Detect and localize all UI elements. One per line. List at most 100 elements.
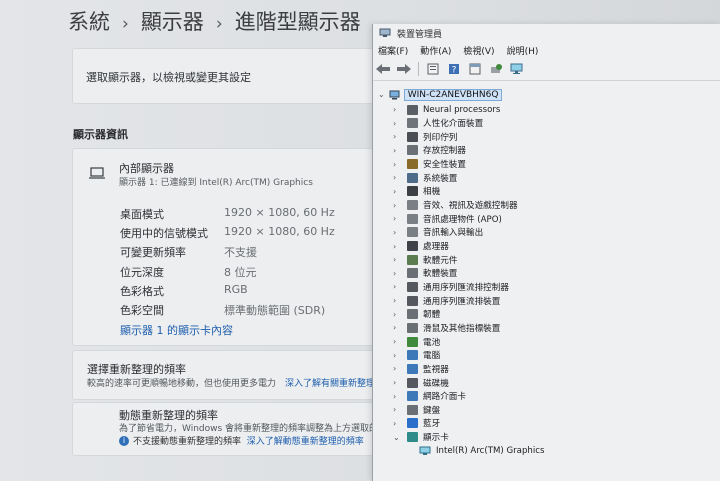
spec-value: RGB bbox=[224, 283, 248, 296]
tree-category[interactable]: › 鍵盤 bbox=[393, 403, 440, 416]
chevron-right-icon[interactable]: › bbox=[393, 296, 403, 305]
device-category-icon bbox=[407, 418, 418, 429]
chevron-right-icon[interactable]: › bbox=[393, 119, 403, 128]
forward-arrow-icon[interactable] bbox=[396, 62, 412, 76]
device-category-icon bbox=[407, 268, 418, 279]
tree-category[interactable]: › 相機 bbox=[393, 185, 440, 198]
select-display-card[interactable]: 選取顯示器，以檢視或變更其設定 bbox=[72, 48, 394, 104]
back-arrow-icon[interactable] bbox=[375, 62, 391, 76]
tree-category[interactable]: › Neural processors bbox=[393, 103, 500, 116]
device-manager-icon bbox=[379, 28, 391, 37]
category-label: 軟體元件 bbox=[423, 255, 458, 266]
tree-category[interactable]: › 電腦 bbox=[393, 349, 440, 362]
chevron-right-icon[interactable]: › bbox=[393, 405, 403, 414]
chevron-right-icon[interactable]: › bbox=[393, 187, 403, 196]
category-label: 音效、視訊及遊戲控制器 bbox=[423, 201, 518, 212]
device-manager-window: 裝置管理員 檔案(F) 動作(A) 檢視(V) 說明(H) ? ⌄ WIN-C2… bbox=[372, 24, 720, 481]
tree-category[interactable]: › 人性化介面裝置 bbox=[393, 117, 483, 130]
chevron-right-icon[interactable]: › bbox=[393, 378, 403, 387]
spec-key: 位元深度 bbox=[120, 266, 164, 279]
tree-category[interactable]: › 音效、視訊及遊戲控制器 bbox=[393, 199, 518, 212]
chevron-right-icon[interactable]: › bbox=[393, 310, 403, 319]
tree-category[interactable]: › 軟體元件 bbox=[393, 253, 457, 266]
spec-value: 標準動態範圍 (SDR) bbox=[224, 304, 326, 317]
properties-icon[interactable] bbox=[425, 62, 441, 76]
tree-category[interactable]: › 軟體裝置 bbox=[393, 267, 457, 280]
chevron-right-icon[interactable]: › bbox=[393, 392, 403, 401]
category-label: 電腦 bbox=[423, 351, 441, 362]
category-label: 通用序列匯流排裝置 bbox=[423, 296, 501, 307]
tree-category[interactable]: › 安全性裝置 bbox=[393, 158, 466, 171]
tree-category[interactable]: › 滑鼠及其他指標裝置 bbox=[393, 321, 500, 334]
tree-category[interactable]: › 音訊輸入與輸出 bbox=[393, 226, 483, 239]
chevron-right-icon[interactable]: › bbox=[393, 323, 403, 332]
tree-root[interactable]: ⌄ WIN-C2ANEVBHN6Q bbox=[378, 88, 503, 101]
device-category-icon bbox=[407, 159, 418, 170]
tree-category[interactable]: › 處理器 bbox=[393, 240, 449, 253]
tree-category[interactable]: › 音訊處理物件 (APO) bbox=[393, 212, 502, 225]
chevron-right-icon[interactable]: › bbox=[393, 351, 403, 360]
chevron-right-icon[interactable]: › bbox=[393, 146, 403, 155]
breadcrumb-advanced-display: 進階型顯示器 bbox=[234, 10, 361, 34]
tree-category[interactable]: › 通用序列匯流排控制器 bbox=[393, 280, 509, 293]
tree-category[interactable]: › 韌體 bbox=[393, 308, 440, 321]
display-adapter-icon bbox=[419, 446, 431, 455]
chevron-right-icon[interactable]: › bbox=[393, 201, 403, 210]
chevron-right-icon[interactable]: › bbox=[393, 228, 403, 237]
chevron-right-icon[interactable]: › bbox=[393, 214, 403, 223]
tree-category[interactable]: › 磁碟機 bbox=[393, 376, 449, 389]
learn-more-dynamic-link[interactable]: 深入了解動態重新整理的頻率 bbox=[247, 434, 364, 447]
spec-value: 不支援 bbox=[224, 246, 257, 259]
chevron-right-icon[interactable]: › bbox=[393, 337, 403, 346]
computer-icon bbox=[389, 90, 400, 99]
adapter-properties-link[interactable]: 顯示器 1 的顯示卡內容 bbox=[120, 322, 233, 338]
chevron-down-icon[interactable]: ⌄ bbox=[393, 433, 403, 442]
chevron-right-icon[interactable]: › bbox=[393, 173, 403, 182]
menu-file[interactable]: 檔案(F) bbox=[378, 44, 408, 57]
menu-action[interactable]: 動作(A) bbox=[420, 44, 451, 57]
chevron-right-icon[interactable]: › bbox=[393, 255, 403, 264]
learn-more-refresh-link[interactable]: 深入了解有關重新整理 bbox=[285, 379, 375, 389]
tree-category[interactable]: › 監視器 bbox=[393, 362, 449, 375]
spec-key: 使用中的信號模式 bbox=[120, 227, 208, 240]
spec-key: 可變更新頻率 bbox=[120, 246, 186, 259]
menu-view[interactable]: 檢視(V) bbox=[463, 44, 494, 57]
tree-category[interactable]: › 藍牙 bbox=[393, 417, 440, 430]
category-label: 鍵盤 bbox=[423, 405, 441, 416]
category-label: 顯示卡 bbox=[423, 433, 449, 444]
tree-category[interactable]: › 網路介面卡 bbox=[393, 390, 466, 403]
tree-category[interactable]: › 電池 bbox=[393, 335, 440, 348]
chevron-right-icon[interactable]: › bbox=[393, 364, 403, 373]
breadcrumb-display[interactable]: 顯示器 bbox=[141, 10, 204, 34]
tree-category[interactable]: › 系統裝置 bbox=[393, 171, 457, 184]
chevron-right-icon[interactable]: › bbox=[393, 132, 403, 141]
view-details-icon[interactable] bbox=[467, 62, 483, 76]
dynamic-refresh-card: 動態重新整理的頻率 為了節省電力，Windows 會將重新整理的頻率調整為上方選… bbox=[72, 402, 394, 456]
chevron-right-icon[interactable]: › bbox=[393, 282, 403, 291]
chevron-right-icon[interactable]: › bbox=[393, 269, 403, 278]
chevron-right-icon[interactable]: › bbox=[393, 105, 403, 114]
tree-child-graphics[interactable]: Intel(R) Arc(TM) Graphics bbox=[419, 444, 544, 457]
category-label: 網路介面卡 bbox=[423, 392, 466, 403]
title-bar[interactable]: 裝置管理員 bbox=[373, 24, 720, 42]
refresh-desc: 較高的速率可更順暢地移動，但也使用更多電力 深入了解有關重新整理 bbox=[87, 379, 376, 389]
update-driver-icon[interactable] bbox=[488, 62, 504, 76]
tree-category[interactable]: › 列印佇列 bbox=[393, 130, 457, 143]
chevron-down-icon[interactable]: ⌄ bbox=[378, 90, 385, 99]
tree-category[interactable]: › 通用序列匯流排裝置 bbox=[393, 294, 500, 307]
chevron-right-icon[interactable]: › bbox=[393, 242, 403, 251]
device-category-icon bbox=[407, 295, 418, 306]
menu-help[interactable]: 說明(H) bbox=[507, 44, 539, 57]
category-label: 韌體 bbox=[423, 310, 441, 321]
tree-category[interactable]: › 存放控制器 bbox=[393, 144, 466, 157]
tree-category[interactable]: ⌄ 顯示卡 bbox=[393, 431, 449, 444]
chevron-right-icon[interactable]: › bbox=[393, 419, 403, 428]
help-icon[interactable]: ? bbox=[446, 62, 462, 76]
device-category-icon bbox=[407, 186, 418, 197]
chevron-right-icon[interactable]: › bbox=[393, 160, 403, 169]
device-category-icon bbox=[407, 363, 418, 374]
breadcrumb-system[interactable]: 系統 bbox=[68, 10, 110, 34]
category-label: 音訊輸入與輸出 bbox=[423, 228, 484, 239]
device-category-icon bbox=[407, 404, 418, 415]
scan-hardware-icon[interactable] bbox=[509, 62, 525, 76]
